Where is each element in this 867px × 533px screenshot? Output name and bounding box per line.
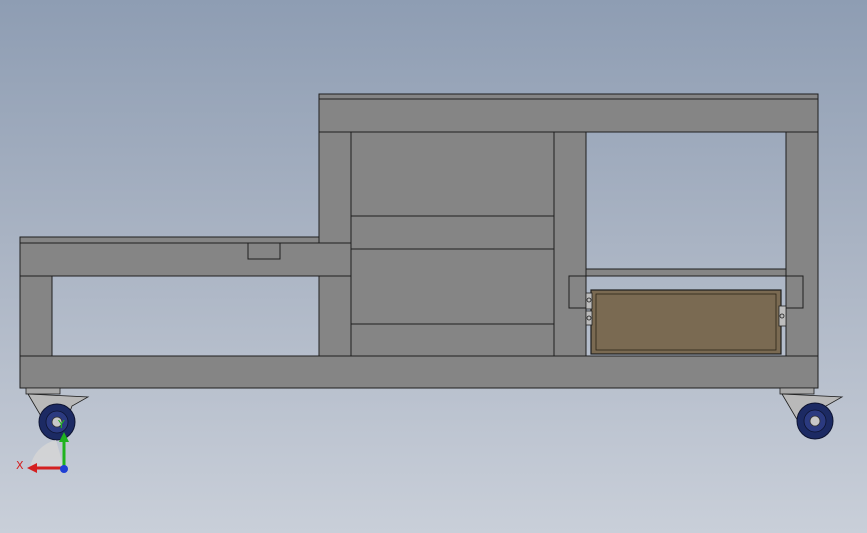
top-lip (318, 93, 819, 100)
drawer-slide-left (568, 275, 587, 309)
triad-y-label: Y (57, 418, 65, 431)
caster-right-plate (779, 387, 815, 395)
cad-viewport[interactable]: X Y (0, 0, 867, 533)
drawer-slide-right (785, 275, 804, 309)
caster-right (779, 387, 844, 440)
triad-x-label: X (16, 459, 24, 472)
post-left (19, 275, 53, 357)
cart-assembly-drawing[interactable]: X Y (0, 0, 867, 533)
drawer[interactable] (585, 289, 787, 355)
top-beam (318, 98, 819, 133)
caster-left-plate (25, 387, 61, 395)
caster-left (25, 387, 90, 441)
post-middle-right (553, 131, 587, 357)
drawer-box[interactable] (590, 289, 782, 355)
low-top-lip (19, 236, 320, 244)
bottom-rail (19, 355, 819, 389)
cabinet-panel (350, 131, 555, 357)
roller-bolt-3 (779, 313, 785, 319)
roller-bolt-1 (586, 297, 592, 303)
low-beam (19, 242, 352, 277)
post-right (785, 131, 819, 357)
triad-z-axis-dot (60, 465, 68, 473)
low-beam-bracket (247, 242, 281, 260)
drawer-rail-bar (585, 268, 787, 277)
caster-right-hub (809, 415, 821, 427)
roller-bolt-2 (586, 315, 592, 321)
triad-plane-shade (30, 440, 64, 468)
